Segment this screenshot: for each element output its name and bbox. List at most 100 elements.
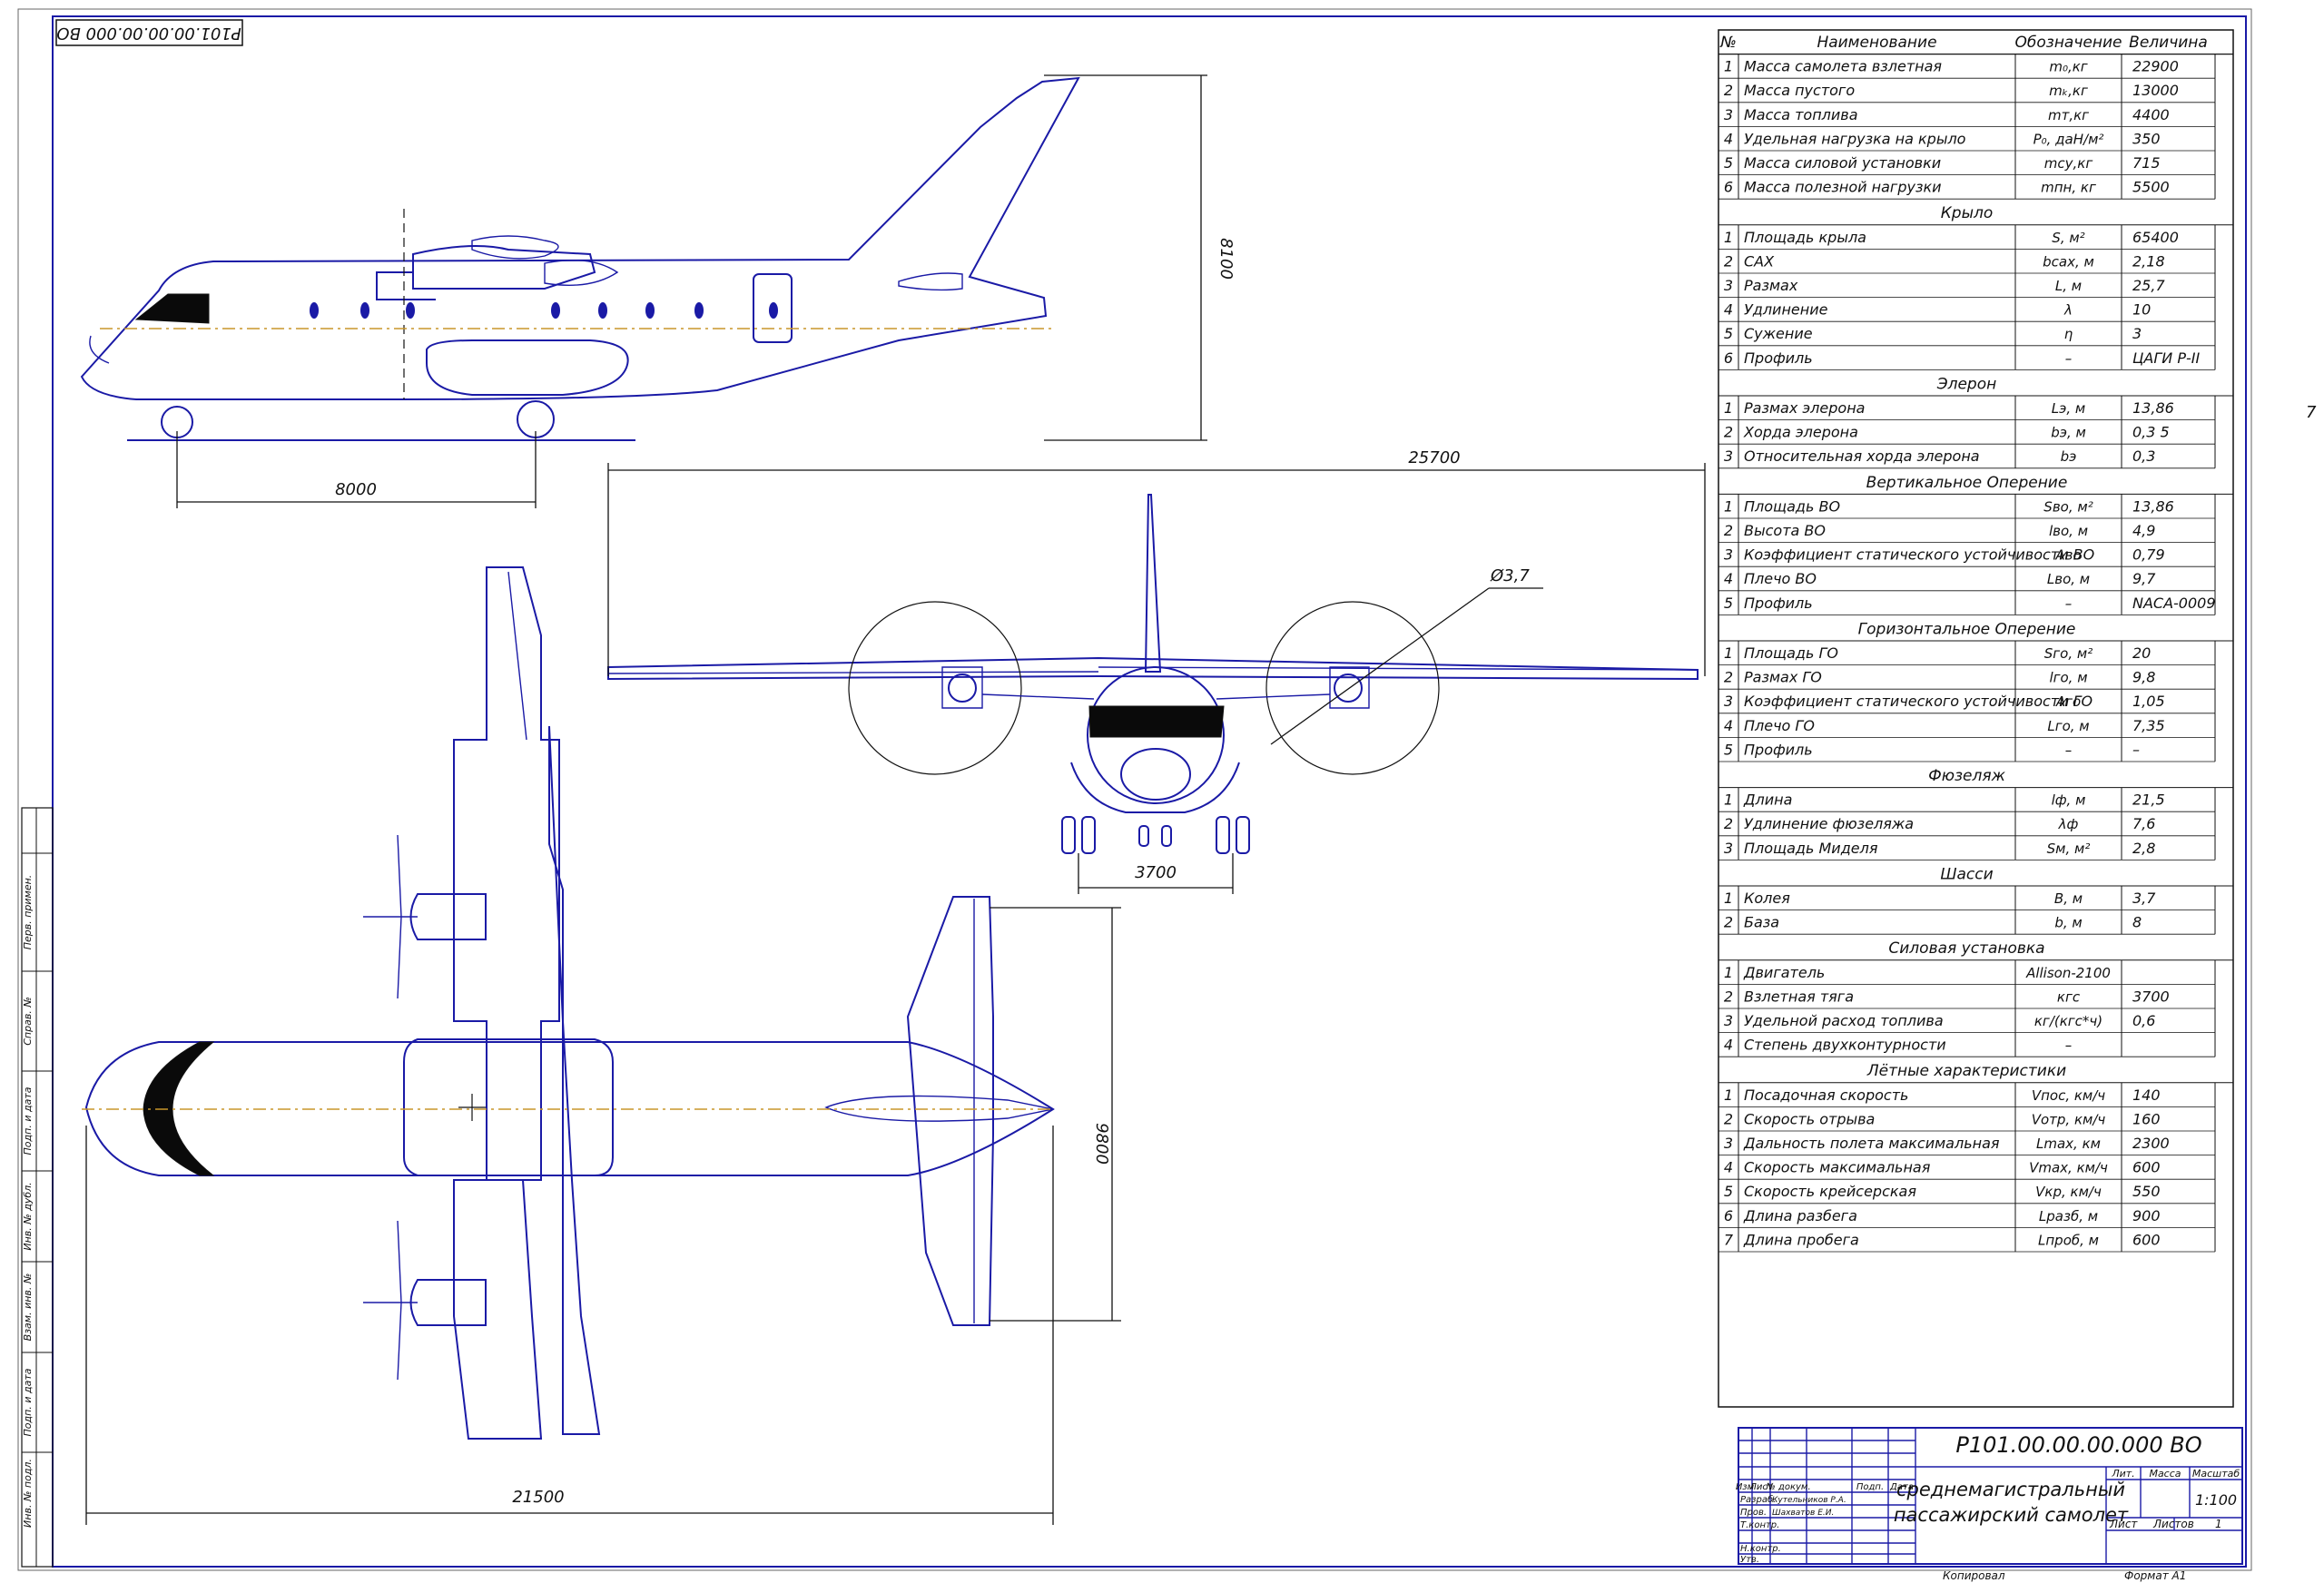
row-name: Колея [1744, 890, 1790, 907]
dim-track-label: 3700 [1135, 863, 1177, 882]
row-symbol: bэ, м [2051, 425, 2086, 441]
row-name: Сужение [1744, 325, 1813, 342]
row-symbol: λф [2058, 816, 2079, 832]
row-symbol: Lmax, км [2036, 1136, 2101, 1152]
scale-value: 1:100 [2195, 1491, 2237, 1509]
mass-label: Масса [2149, 1468, 2181, 1480]
row-name: Двигатель [1743, 964, 1825, 981]
section-title: Шасси [1940, 865, 1993, 883]
row-number: 4 [1724, 570, 1733, 587]
row-number: 4 [1724, 1159, 1733, 1176]
row-number: 5 [1724, 1183, 1733, 1200]
dim-prop-diameter-label: Ø3,7 [1490, 566, 1530, 585]
row-name: Масса самолета взлетная [1744, 58, 1942, 75]
row-value: 160 [2132, 1110, 2161, 1127]
row-symbol: – [2065, 350, 2073, 367]
section-title: Горизонтальное Оперение [1858, 620, 2076, 638]
title-doc-code: Р101.00.00.00.000 ВО [1955, 1432, 2201, 1458]
title-col-header: № докум. [1765, 1482, 1810, 1492]
row-value: 1,05 [2132, 693, 2165, 710]
row-symbol: S, м² [2052, 230, 2084, 246]
sheets-count: 1 [2215, 1518, 2222, 1530]
row-value: 5500 [2132, 179, 2170, 196]
row-name: Степень двухконтурности [1744, 1037, 1946, 1054]
row-symbol: Sго, м² [2044, 645, 2093, 662]
row-number: 2 [1724, 669, 1733, 686]
row-number: 6 [1724, 179, 1733, 196]
row-name: База [1744, 914, 1779, 931]
top-view [82, 566, 1055, 1440]
row-value: 4,9 [2132, 522, 2155, 539]
row-symbol: mпн, кг [2041, 180, 2096, 196]
dim-height: 8100 [1044, 74, 1236, 441]
section-title: Фюзеляж [1928, 767, 2006, 785]
title-line-1: среднемагистральный [1896, 1479, 2125, 1500]
section-title: Крыло [1941, 204, 1994, 222]
row-name: Профиль [1744, 741, 1813, 758]
row-symbol: Aво [2054, 547, 2081, 564]
row-number: 1 [1724, 58, 1733, 75]
row-number: 1 [1724, 964, 1733, 981]
row-name: Размах [1744, 277, 1798, 294]
row-symbol: Sм, м² [2047, 841, 2091, 857]
side-stamp-label: Инв. № дубл. [22, 1182, 34, 1250]
row-number: 4 [1724, 1037, 1733, 1054]
row-value: ЦАГИ Р-II [2132, 349, 2200, 367]
dim-tail-span: 9800 [990, 907, 1121, 1322]
dim-prop-diameter: Ø3,7 [1270, 566, 1543, 745]
row-number: 3 [1724, 693, 1733, 710]
section-title: Вертикальное Оперение [1866, 474, 2068, 492]
row-value: 600 [2132, 1231, 2161, 1248]
row-number: 5 [1724, 595, 1733, 612]
dim-wheelbase-label: 8000 [335, 480, 377, 499]
table-header-2: Обозначение [2015, 34, 2122, 52]
row-name: Дальность полета максимальная [1743, 1135, 2000, 1152]
row-symbol: mₖ,кг [2049, 83, 2088, 99]
doc-code-top-box: Р101.00.00.00.000 ВО [55, 19, 243, 46]
section-title: Силовая установка [1888, 939, 2044, 958]
dim-wheelbase: 8000 [176, 431, 537, 508]
side-view [80, 76, 1080, 441]
row-value: 7,35 [2132, 717, 2165, 734]
row-number: 4 [1724, 301, 1733, 319]
row-name: Высота ВО [1744, 522, 1826, 539]
row-name: Площадь крыла [1744, 229, 1866, 246]
row-value: 2300 [2132, 1135, 2170, 1152]
row-number: 5 [1724, 154, 1733, 172]
row-name: Масса силовой установки [1744, 154, 1941, 172]
row-number: 2 [1724, 914, 1733, 931]
row-symbol: Vотр, км/ч [2032, 1111, 2106, 1127]
row-name: Коэффициент статического устойчивости ГО [1744, 693, 2093, 710]
row-value: 65400 [2132, 229, 2179, 246]
row-value: 600 [2132, 1159, 2161, 1176]
row-name: Коэффициент статического устойчивости ВО [1744, 546, 2094, 564]
row-name: Площадь ВО [1744, 497, 1840, 515]
page-marker: 7 [2306, 403, 2317, 422]
row-name: Удельная нагрузка на крыло [1744, 130, 1966, 147]
row-value: 0,3 5 [2132, 424, 2170, 441]
row-name: Площадь ГО [1744, 644, 1838, 662]
row-value: 13000 [2132, 82, 2179, 99]
title-role: Т.контр. [1740, 1520, 1779, 1530]
row-symbol: lго, м [2049, 670, 2087, 686]
row-name: Удлинение [1744, 301, 1828, 319]
row-number: 4 [1724, 717, 1733, 734]
row-number: 5 [1724, 325, 1733, 342]
row-number: 3 [1724, 840, 1733, 857]
row-symbol: – [2065, 742, 2073, 758]
row-symbol: кгс [2057, 988, 2081, 1005]
row-number: 2 [1724, 424, 1733, 441]
row-value: 0,6 [2132, 1012, 2155, 1029]
row-symbol: mсу,кг [2044, 155, 2093, 172]
row-name: Плечо ГО [1744, 717, 1815, 734]
row-number: 3 [1724, 447, 1733, 465]
row-symbol: lф, м [2052, 792, 2086, 809]
row-name: Относительная хорда элерона [1744, 447, 1980, 465]
dim-track: 3700 [1078, 853, 1234, 894]
row-symbol: m₀,кг [2049, 59, 2087, 75]
title-role: Пров. [1740, 1508, 1767, 1518]
row-symbol: Lразб, м [2039, 1208, 2098, 1224]
table-header-3: Величина [2129, 34, 2208, 52]
row-number: 2 [1724, 1110, 1733, 1127]
doc-code-top: Р101.00.00.00.000 ВО [56, 24, 241, 43]
